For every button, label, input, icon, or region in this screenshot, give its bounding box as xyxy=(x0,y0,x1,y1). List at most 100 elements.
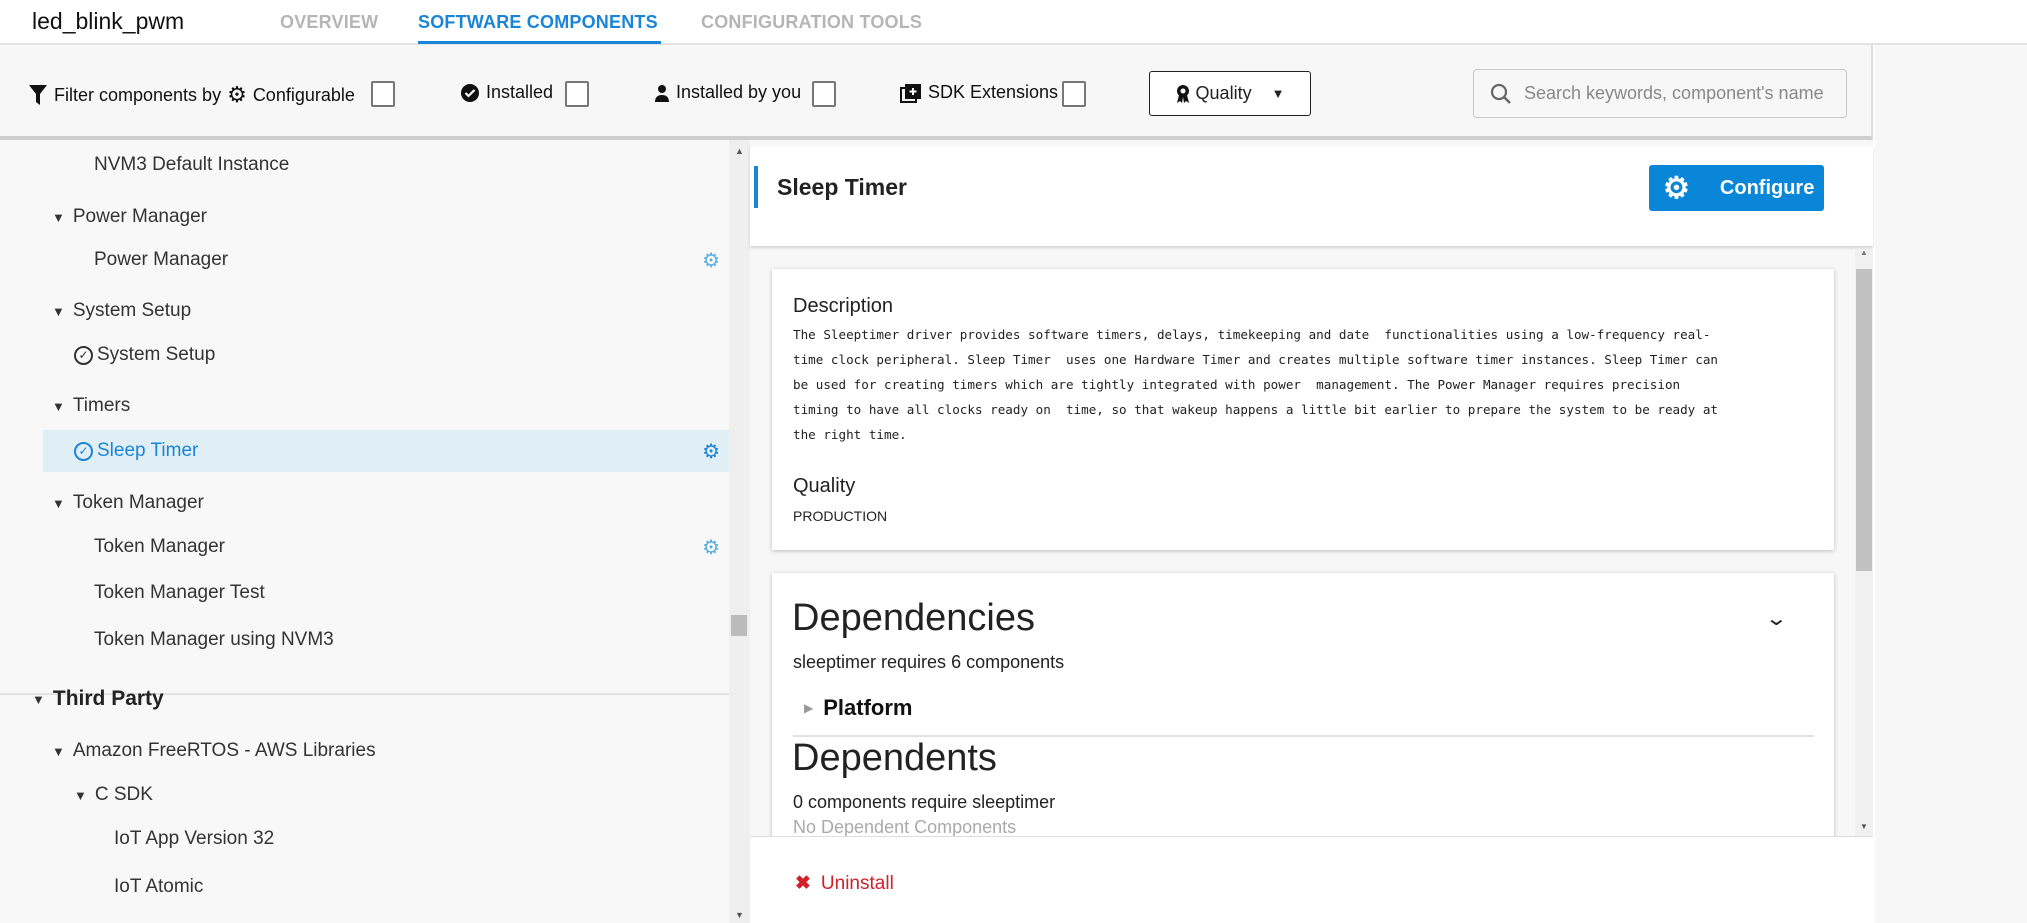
tree-item-label: IoT Atomic xyxy=(114,876,204,897)
scroll-down-icon[interactable]: ▼ xyxy=(1860,822,1868,831)
tree-item[interactable]: IoT App Version 32 xyxy=(0,818,729,860)
uninstall-label: Uninstall xyxy=(820,872,894,894)
tree-group[interactable]: ▼ Amazon FreeRTOS - AWS Libraries xyxy=(0,730,729,772)
gear-icon[interactable]: ⚙ xyxy=(702,248,720,273)
tree-item-label: Token Manager Test xyxy=(94,582,265,603)
configure-label: Configure xyxy=(1719,176,1815,199)
configurable-label: Configurable xyxy=(252,84,355,105)
tree-scrollbar-thumb[interactable] xyxy=(731,615,747,636)
gear-icon[interactable]: ⚙ xyxy=(702,439,720,464)
caret-down-icon[interactable]: ▼ xyxy=(74,788,87,803)
tree-item[interactable]: NVM3 Default Instance xyxy=(0,144,729,186)
tree-category[interactable]: ▼ Third Party xyxy=(0,678,729,720)
tree-item-label: Amazon FreeRTOS - AWS Libraries xyxy=(72,740,376,761)
filter-bar: Filter components by ⚙ Configurable Inst… xyxy=(0,45,1873,140)
top-bar: led_blink_pwm OVERVIEW SOFTWARE COMPONEN… xyxy=(0,0,2027,45)
quality-label: Quality xyxy=(1195,83,1252,103)
tab-overview[interactable]: OVERVIEW xyxy=(280,12,378,33)
tree-item-label: Timers xyxy=(72,395,131,416)
gear-icon[interactable]: ⚙ xyxy=(702,535,720,560)
scroll-up-icon[interactable]: ▲ xyxy=(1860,248,1868,257)
quality-heading: Quality xyxy=(793,475,856,497)
award-ribbon-icon xyxy=(1176,84,1189,103)
project-title: led_blink_pwm xyxy=(32,8,185,34)
component-title: Sleep Timer xyxy=(777,174,907,200)
dependency-group-label: Platform xyxy=(823,695,913,720)
dependents-empty-text: No Dependent Components xyxy=(793,817,1017,836)
gear-icon: ⚙ xyxy=(1663,171,1690,205)
component-tree: NVM3 Default Instance ▼ Power Manager Power… xyxy=(0,140,729,923)
scroll-up-icon[interactable]: ▲ xyxy=(735,146,744,156)
tree-item[interactable]: ✓ Sleep Timer ⚙ xyxy=(43,430,729,472)
dependencies-heading: Dependencies xyxy=(792,597,1035,639)
dependents-heading: Dependents xyxy=(792,737,997,779)
gear-icon: ⚙ xyxy=(227,82,247,107)
title-accent-bar xyxy=(754,166,758,208)
filter-label-text: Filter components by xyxy=(54,84,222,105)
sdk-extensions-checkbox[interactable] xyxy=(1062,81,1086,107)
tab-configuration-tools[interactable]: CONFIGURATION TOOLS xyxy=(701,12,922,33)
tree-group[interactable]: ▼ Token Manager xyxy=(0,482,729,524)
check-circle-icon xyxy=(461,83,479,102)
quality-dropdown[interactable]: Quality ▼ xyxy=(1149,71,1311,116)
description-heading: Description xyxy=(793,295,894,317)
caret-down-icon[interactable]: ▼ xyxy=(52,496,65,511)
caret-down-icon[interactable]: ▼ xyxy=(52,744,65,759)
scroll-down-icon[interactable]: ▼ xyxy=(735,910,744,920)
caret-right-icon: ▶ xyxy=(804,701,814,715)
tree-item-label: System Setup xyxy=(97,344,216,365)
dependencies-summary: sleeptimer requires 6 components xyxy=(793,652,1065,672)
filter-icon xyxy=(29,85,47,105)
tree-scrollbar[interactable]: ▲ ▼ xyxy=(729,140,750,923)
sdk-extension-icon xyxy=(900,83,921,103)
installed-by-you-filter: Installed by you xyxy=(654,82,801,103)
background-fill xyxy=(1875,45,2027,923)
search-box[interactable] xyxy=(1473,69,1847,118)
installed-checkbox[interactable] xyxy=(565,81,589,107)
tree-item[interactable]: Token Manager using NVM3 xyxy=(0,619,729,661)
check-circle-icon: ✓ xyxy=(74,441,93,461)
caret-down-icon[interactable]: ▼ xyxy=(52,304,65,319)
dependency-group-platform[interactable]: ▶ Platform xyxy=(804,695,912,721)
sdk-extensions-label: SDK Extensions xyxy=(928,82,1059,102)
configure-button[interactable]: ⚙ Configure xyxy=(1649,165,1824,211)
tree-group[interactable]: ▼ Power Manager xyxy=(0,196,729,238)
chevron-down-icon[interactable]: ⌄ xyxy=(1765,606,1788,631)
tree-item-label: Third Party xyxy=(52,687,164,710)
dependents-summary: 0 components require sleeptimer xyxy=(793,792,1056,812)
check-circle-icon: ✓ xyxy=(74,345,93,365)
caret-down-icon[interactable]: ▼ xyxy=(52,210,65,225)
details-scrollbar-thumb[interactable] xyxy=(1856,269,1872,571)
person-icon xyxy=(655,84,669,102)
configurable-checkbox[interactable] xyxy=(371,81,395,107)
tree-group[interactable]: ▼ C SDK xyxy=(0,774,729,816)
tree-item-label: NVM3 Default Instance xyxy=(94,154,290,175)
installed-by-you-checkbox[interactable] xyxy=(812,81,836,107)
tree-item-label: IoT App Version 32 xyxy=(114,828,275,849)
tree-item-label: Sleep Timer xyxy=(97,440,199,461)
installed-by-you-label: Installed by you xyxy=(676,82,802,102)
footer-bar xyxy=(750,836,1873,923)
installed-label: Installed xyxy=(486,82,554,102)
tree-item-label: Token Manager xyxy=(94,536,225,557)
tree-item-label: Token Manager using NVM3 xyxy=(94,629,334,650)
caret-down-icon: ▼ xyxy=(1271,86,1285,101)
caret-down-icon[interactable]: ▼ xyxy=(52,399,65,414)
tree-item[interactable]: Power Manager ⚙ xyxy=(0,239,729,281)
description-text: The Sleeptimer driver provides software … xyxy=(793,327,1719,442)
tree-item[interactable]: ✓ System Setup xyxy=(0,334,729,376)
sdk-extensions-filter: SDK Extensions xyxy=(900,82,1058,103)
close-icon: ✖ xyxy=(795,873,811,894)
installed-filter: Installed xyxy=(460,82,553,103)
search-input[interactable] xyxy=(1524,83,1834,104)
tab-software-components[interactable]: SOFTWARE COMPONENTS xyxy=(418,12,658,33)
uninstall-button[interactable]: ✖ Uninstall xyxy=(795,872,894,895)
caret-down-icon[interactable]: ▼ xyxy=(32,692,45,707)
tree-item[interactable]: IoT Atomic xyxy=(0,866,729,908)
tree-item-label: Token Manager xyxy=(72,492,204,513)
tree-item[interactable]: Token Manager ⚙ xyxy=(0,526,729,568)
tree-item-label: System Setup xyxy=(72,300,192,321)
tree-group[interactable]: ▼ System Setup xyxy=(0,290,729,332)
tree-item[interactable]: Token Manager Test xyxy=(0,572,729,614)
tree-group[interactable]: ▼ Timers xyxy=(0,385,729,427)
